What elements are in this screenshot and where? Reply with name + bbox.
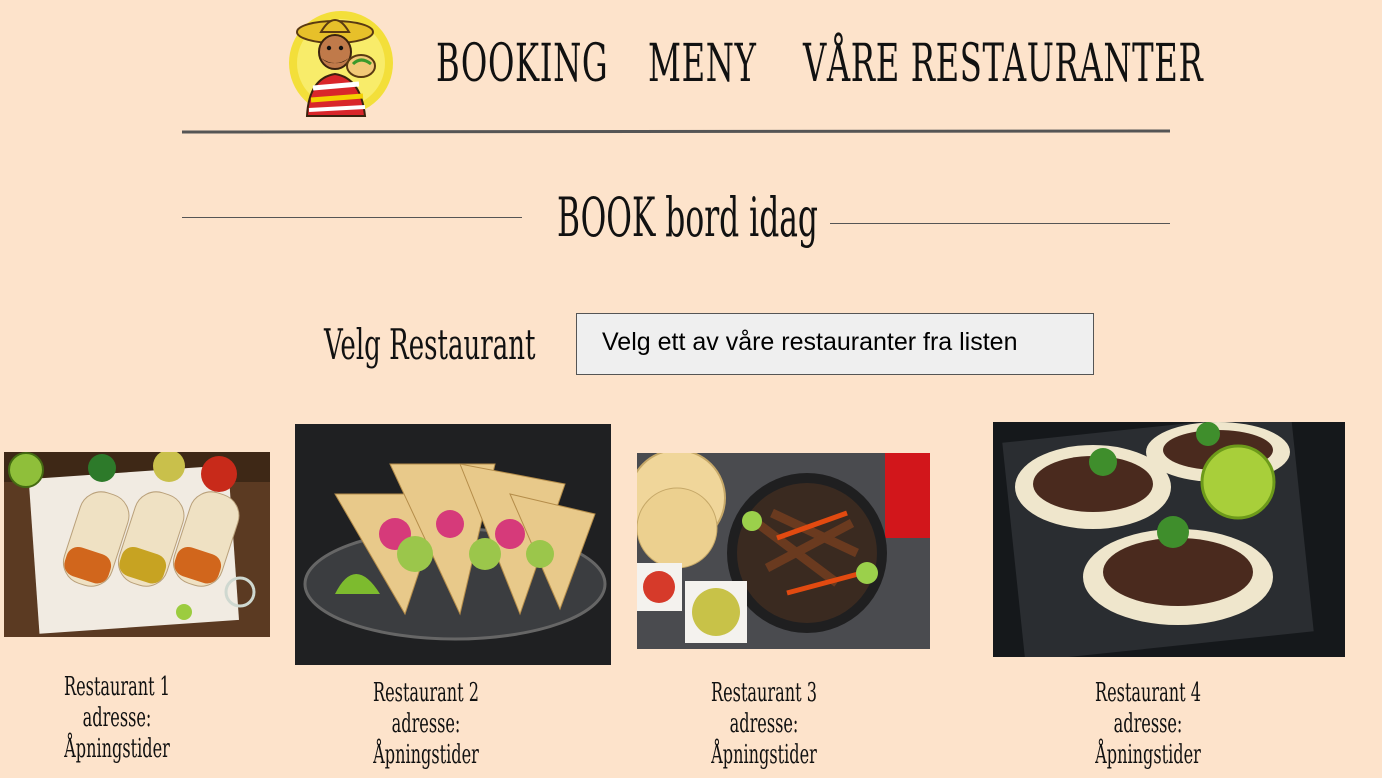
section-divider-right: [830, 223, 1170, 224]
restaurant-4-image[interactable]: [993, 422, 1345, 657]
section-divider-left: [182, 217, 522, 218]
section-title: BOOK bord idag: [557, 186, 818, 249]
restaurant-4-info: Restaurant 4 adresse: Åpningstider: [1086, 678, 1210, 771]
restaurant-1-name: Restaurant 1: [64, 672, 170, 702]
restaurant-2-image[interactable]: [295, 424, 611, 665]
taco-mascot-logo-icon[interactable]: [285, 6, 397, 120]
tacos-plate-photo-icon: [295, 424, 611, 665]
nav-vare-restauranter[interactable]: VÅRE RESTAURANTER: [803, 34, 1203, 94]
fajita-wraps-photo-icon: [4, 452, 270, 637]
restaurant-3-name: Restaurant 3: [711, 678, 817, 708]
restaurant-2-name: Restaurant 2: [373, 678, 479, 708]
birria-tacos-photo-icon: [993, 422, 1345, 657]
nav-booking[interactable]: BOOKING: [436, 34, 608, 94]
restaurant-2-hours: Åpningstider: [373, 740, 479, 770]
page: BOOKING MENY VÅRE RESTAURANTER BOOK bord…: [0, 0, 1382, 778]
restaurant-2-info: Restaurant 2 adresse: Åpningstider: [364, 678, 488, 771]
restaurant-3-hours: Åpningstider: [711, 740, 817, 770]
restaurant-3-info: Restaurant 3 adresse: Åpningstider: [702, 678, 826, 771]
restaurant-2-address: adresse:: [391, 709, 461, 739]
restaurant-3-address: adresse:: [729, 709, 799, 739]
restaurant-1-address: adresse:: [82, 703, 152, 733]
restaurant-select[interactable]: Velg ett av våre restauranter fra listen: [576, 313, 1094, 375]
restaurant-4-address: adresse:: [1113, 709, 1183, 739]
restaurant-picker-label: Velg Restaurant: [324, 320, 536, 369]
header-divider: [181, 129, 1171, 134]
restaurant-4-hours: Åpningstider: [1095, 740, 1201, 770]
nav-meny[interactable]: MENY: [648, 34, 757, 94]
restaurant-1-info: Restaurant 1 adresse: Åpningstider: [55, 672, 179, 765]
restaurant-4-name: Restaurant 4: [1095, 678, 1201, 708]
restaurant-1-hours: Åpningstider: [64, 734, 170, 764]
restaurant-1-image[interactable]: [4, 452, 270, 637]
restaurant-3-image[interactable]: [637, 453, 930, 649]
fajita-skillet-photo-icon: [637, 453, 930, 649]
